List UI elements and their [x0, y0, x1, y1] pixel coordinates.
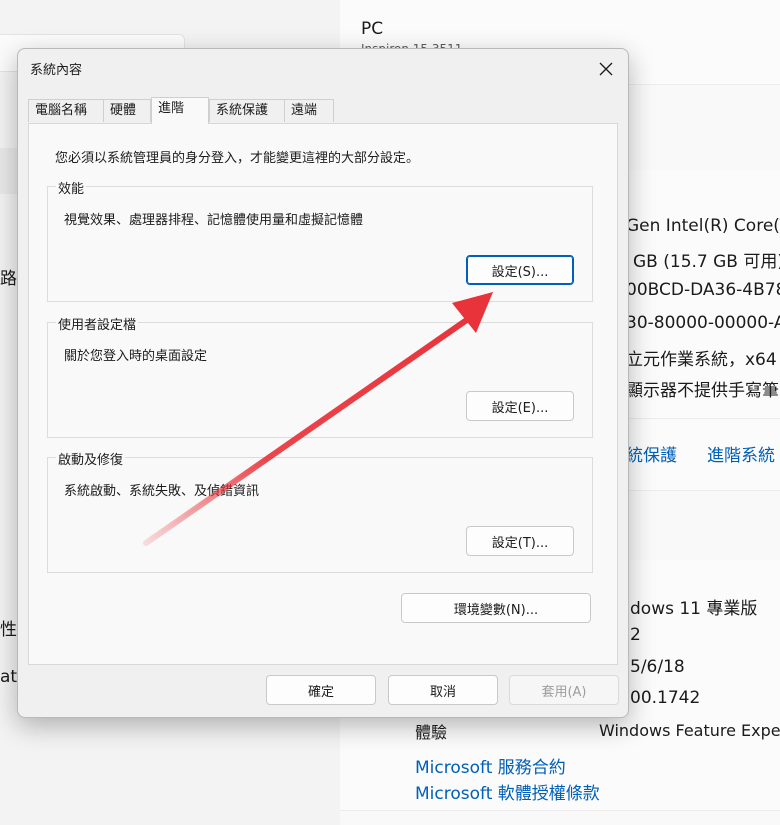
apply-button[interactable]: 套用(A) — [509, 675, 619, 705]
spec-system-type: 立元作業系統，x64 — [626, 350, 777, 370]
admin-note: 您必須以系統管理員的身分登入，才能變更這裡的大部分設定。 — [55, 151, 420, 166]
dialog-titlebar[interactable]: 系統內容 — [18, 49, 628, 87]
ms-license-terms-link[interactable]: Microsoft 軟體授權條款 — [415, 779, 600, 804]
close-icon — [599, 62, 613, 76]
windows-os-build: 00.1742 — [630, 688, 701, 708]
spec-pen-touch: 顯示器不提供手寫筆 — [626, 381, 779, 401]
device-name: PC — [361, 19, 384, 39]
user-profiles-group: 使用者設定檔 關於您登入時的桌面設定 設定(E)... — [47, 314, 593, 438]
group-title: 啟動及修復 — [56, 449, 126, 468]
group-title: 使用者設定檔 — [56, 314, 139, 333]
tab-computer-name[interactable]: 電腦名稱 — [28, 99, 104, 122]
windows-install-date: 5/6/18 — [630, 657, 685, 677]
experience-label: 體驗 — [415, 723, 448, 742]
windows-edition: dows 11 專業版 — [630, 599, 758, 619]
close-button[interactable] — [590, 55, 622, 83]
environment-variables-button[interactable]: 環境變數(N)... — [401, 593, 591, 623]
system-properties-dialog: 系統內容 電腦名稱 硬體 進階 系統保護 遠端 您必須以系統管理員的身分登入，才… — [17, 48, 629, 718]
performance-settings-button[interactable]: 設定(S)... — [466, 255, 574, 285]
system-protection-link[interactable]: 統保護 — [626, 441, 677, 466]
tab-advanced[interactable]: 進階 — [151, 97, 209, 124]
spec-device-id: 00BCD-DA36-4B78- — [626, 280, 780, 300]
group-title: 效能 — [56, 178, 87, 197]
sidebar-item-fragment[interactable]: 性 — [0, 615, 17, 640]
dialog-title: 系統內容 — [30, 63, 83, 78]
spec-ram: GB (15.7 GB 可用) — [633, 252, 780, 272]
cancel-button[interactable]: 取消 — [388, 675, 498, 705]
tab-system-protection[interactable]: 系統保護 — [209, 99, 285, 122]
tab-hardware[interactable]: 硬體 — [103, 99, 151, 122]
sidebar-selected-item[interactable] — [0, 148, 18, 194]
spec-product-id: 30-80000-00000-AA — [626, 313, 780, 333]
advanced-tab-panel: 您必須以系統管理員的身分登入，才能變更這裡的大部分設定。 效能 視覺效果、處理器… — [28, 123, 618, 665]
user-profiles-settings-button[interactable]: 設定(E)... — [466, 391, 574, 421]
startup-recovery-group: 啟動及修復 系統啟動、系統失敗、及偵錯資訊 設定(T)... — [47, 449, 593, 573]
group-description: 關於您登入時的桌面設定 — [64, 349, 208, 364]
startup-recovery-settings-button[interactable]: 設定(T)... — [466, 526, 574, 556]
group-description: 視覺效果、處理器排程、記憶體使用量和虛擬記憶體 — [64, 213, 364, 228]
spec-processor: Gen Intel(R) Core(T — [626, 216, 780, 236]
ms-services-agreement-link[interactable]: Microsoft 服務合約 — [415, 753, 566, 778]
sidebar-item-fragment[interactable]: 路 — [0, 264, 17, 289]
advanced-system-settings-link[interactable]: 進階系統 — [707, 441, 775, 466]
tab-remote[interactable]: 遠端 — [284, 99, 334, 122]
performance-group: 效能 視覺效果、處理器排程、記憶體使用量和虛擬記憶體 設定(S)... — [47, 178, 593, 302]
windows-version: 2 — [630, 625, 641, 645]
group-description: 系統啟動、系統失敗、及偵錯資訊 — [64, 484, 260, 499]
ok-button[interactable]: 確定 — [266, 675, 376, 705]
experience-value: Windows Feature Exper — [599, 721, 780, 740]
